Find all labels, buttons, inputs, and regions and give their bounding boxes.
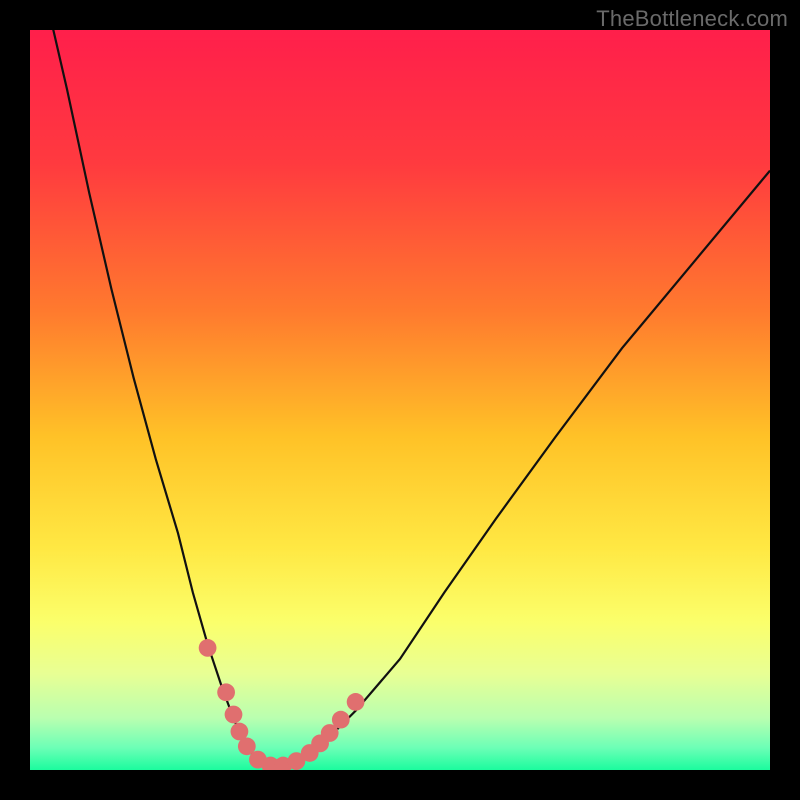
plot-area: [30, 30, 770, 770]
gradient-background: [30, 30, 770, 770]
watermark-text: TheBottleneck.com: [596, 6, 788, 32]
chart-frame: TheBottleneck.com: [0, 0, 800, 800]
